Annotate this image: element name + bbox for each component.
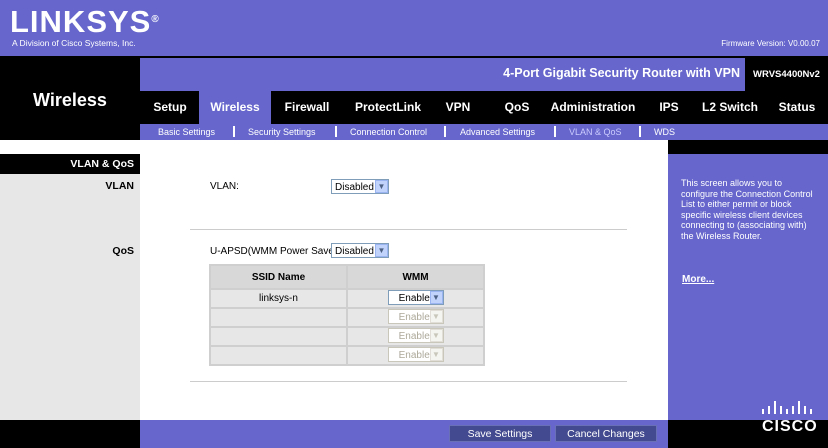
ssid-name-cell [211, 347, 346, 364]
cisco-bar [762, 409, 764, 414]
wmm-cell: Enabled ▼ [348, 347, 483, 364]
subtab-advanced-settings[interactable]: Advanced Settings [460, 124, 535, 140]
tab-firewall[interactable]: Firewall [276, 91, 338, 124]
cisco-bar [780, 406, 782, 414]
table-row: Enabled ▼ [211, 347, 483, 364]
tab-vpn[interactable]: VPN [436, 91, 480, 124]
table-row: Enabled ▼ [211, 328, 483, 345]
col-wmm: WMM [348, 266, 483, 288]
subtab-wds[interactable]: WDS [654, 124, 675, 140]
product-title: 4-Port Gigabit Security Router with VPN [503, 66, 740, 80]
sidebar-header: VLAN & QoS [70, 158, 134, 170]
sidebar-label-qos: QoS [112, 245, 134, 257]
save-settings-button[interactable]: Save Settings [449, 425, 551, 442]
table-row: Enabled ▼ [211, 309, 483, 326]
subtab-vlan-qos[interactable]: VLAN & QoS [569, 124, 622, 140]
wmm-select: Enabled ▼ [387, 347, 444, 362]
cisco-bar [768, 406, 770, 414]
wmm-cell: Enabled ▼ [348, 309, 483, 326]
cisco-bar [804, 406, 806, 414]
ssid-name-cell: linksys-n [211, 290, 346, 307]
col-ssid-name: SSID Name [211, 266, 346, 288]
vlan-select[interactable]: Disabled ▼ [331, 179, 389, 194]
wmm-cell: Enabled ▼ [348, 290, 483, 307]
footer-left [0, 420, 140, 448]
cisco-bar [786, 409, 788, 414]
cisco-bar [792, 406, 794, 414]
tab-status[interactable]: Status [773, 91, 821, 124]
table-row: linksys-n Enabled ▼ [211, 290, 483, 307]
subnav-divider [639, 126, 641, 137]
cisco-bar [774, 401, 776, 414]
ssid-name-cell [211, 309, 346, 326]
sidebar-label-vlan: VLAN [105, 180, 134, 192]
subnav-divider [554, 126, 556, 137]
subtab-connection-control[interactable]: Connection Control [350, 124, 427, 140]
uapsd-label: U-APSD(WMM Power Save): [210, 246, 341, 257]
ssid-name-cell [211, 328, 346, 345]
tab-ips[interactable]: IPS [650, 91, 688, 124]
subnav-divider [335, 126, 337, 137]
subtab-basic-settings[interactable]: Basic Settings [158, 124, 215, 140]
section-divider [190, 229, 627, 230]
tab-protectlink[interactable]: ProtectLink [348, 91, 428, 124]
chevron-down-icon: ▼ [375, 244, 388, 257]
cancel-changes-button[interactable]: Cancel Changes [555, 425, 657, 442]
uapsd-select-value: Disabled [335, 246, 374, 257]
uapsd-select[interactable]: Disabled ▼ [331, 243, 389, 258]
wmm-select[interactable]: Enabled ▼ [387, 290, 444, 305]
cisco-logo: CISCO [762, 418, 818, 435]
wmm-select: Enabled ▼ [387, 328, 444, 343]
tab-administration[interactable]: Administration [548, 91, 638, 124]
tab-qos[interactable]: QoS [495, 91, 539, 124]
section-title: Wireless [33, 90, 107, 110]
wmm-select-box-disabled: Enabled ▼ [387, 328, 444, 343]
help-text: This screen allows you to configure the … [681, 178, 813, 241]
cisco-bar [798, 401, 800, 414]
chevron-down-icon: ▼ [375, 180, 388, 193]
help-more-link[interactable]: More... [682, 274, 714, 285]
help-panel-top [668, 140, 828, 154]
tab-setup[interactable]: Setup [146, 91, 194, 124]
wmm-cell: Enabled ▼ [348, 328, 483, 345]
section-divider [190, 381, 627, 382]
chevron-down-icon: ▼ [429, 310, 443, 323]
subnav-divider [233, 126, 235, 137]
sidebar [0, 154, 140, 420]
wmm-select-box-disabled: Enabled ▼ [387, 309, 444, 324]
vlan-select-value: Disabled [335, 182, 374, 193]
linksys-logo: LINKSYS® [10, 4, 160, 39]
firmware-version: Firmware Version: V0.00.07 [721, 39, 820, 48]
logo-subtitle: A Division of Cisco Systems, Inc. [12, 38, 136, 48]
cisco-bar [810, 409, 812, 414]
wmm-select-box-disabled: Enabled ▼ [387, 347, 444, 362]
chevron-down-icon: ▼ [429, 348, 443, 361]
wmm-select: Enabled ▼ [387, 309, 444, 324]
cisco-bars-icon [762, 400, 818, 416]
wmm-table: SSID Name WMM linksys-n Enabled ▼ Enable… [209, 264, 485, 366]
tab-l2-switch[interactable]: L2 Switch [697, 91, 763, 124]
chevron-down-icon: ▼ [429, 291, 443, 304]
vlan-label: VLAN: [210, 181, 239, 192]
tab-wireless[interactable]: Wireless [199, 91, 271, 124]
subtab-security-settings[interactable]: Security Settings [248, 124, 316, 140]
subnav-divider [444, 126, 446, 137]
wmm-select-box[interactable]: Enabled ▼ [387, 290, 444, 305]
chevron-down-icon: ▼ [429, 329, 443, 342]
model-badge: WRVS4400Nv2 [745, 58, 828, 91]
table-header-row: SSID Name WMM [211, 266, 483, 288]
